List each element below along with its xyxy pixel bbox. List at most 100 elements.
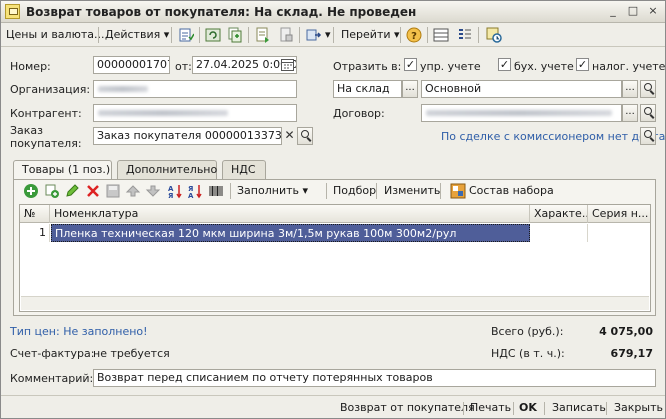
structure-dropdown[interactable]: ▾ (322, 26, 334, 44)
close-window-button[interactable]: × (645, 4, 661, 19)
tab-goods[interactable]: Товары (1 поз.) (13, 160, 112, 181)
contract-select-button[interactable]: ... (622, 104, 638, 122)
warehouse-select-button[interactable]: ... (622, 80, 638, 98)
based-on-icon[interactable] (255, 27, 271, 43)
copy-document-icon[interactable] (227, 27, 243, 43)
characteristic-cell[interactable] (530, 224, 588, 242)
svg-text:?: ? (411, 31, 417, 42)
save-row-icon[interactable] (105, 183, 121, 199)
column-header-nomenclature[interactable]: Номенклатура (50, 205, 530, 223)
tree-view-icon[interactable] (457, 27, 473, 43)
goto-menu-button[interactable]: Перейти ▾ (338, 26, 403, 44)
structure-icon[interactable] (306, 27, 322, 43)
barcode-icon[interactable] (208, 183, 224, 199)
nomenclature-cell[interactable]: Пленка техническая 120 мкм ширина 3м/1,5… (51, 224, 530, 242)
window-title: Возврат товаров от покупателя: На склад.… (26, 5, 417, 19)
row-number-cell: 1 (20, 224, 50, 242)
date-label: от: (175, 60, 192, 73)
grid-toolbar-separator (326, 183, 327, 199)
book-accounting-checkbox[interactable]: ✓ (498, 58, 511, 71)
document-window: Возврат товаров от покупателя: На склад.… (0, 0, 666, 419)
invoice-label: Счет-фактура: (10, 347, 95, 360)
selection-button[interactable]: Подбор (331, 183, 378, 200)
invoice-value-link[interactable]: не требуется (93, 347, 170, 360)
sort-ascending-icon[interactable]: AЯ (167, 183, 183, 199)
toolbar-separator (400, 27, 401, 43)
vat-label: НДС (в т. ч.): (491, 347, 565, 360)
horizontal-scrollbar[interactable] (21, 296, 649, 310)
organization-field[interactable] (93, 80, 297, 98)
toolbar-separator (299, 27, 300, 43)
order-search-icon[interactable] (297, 127, 313, 145)
table-row[interactable]: 1 Пленка техническая 120 мкм ширина 3м/1… (20, 224, 650, 242)
redacted-text (426, 110, 612, 116)
add-row-icon[interactable] (23, 183, 39, 199)
clear-order-icon[interactable]: ✕ (283, 127, 296, 145)
actions-menu-button[interactable]: Действия ▾ (102, 26, 172, 44)
move-up-icon[interactable] (125, 183, 141, 199)
bottom-bar: Возврат от покупателя Печать OK Записать… (1, 395, 665, 419)
fill-menu-label: Заполнить (237, 184, 299, 197)
delete-row-icon[interactable] (85, 183, 101, 199)
edit-row-icon[interactable] (64, 183, 80, 199)
calendar-icon[interactable] (281, 58, 294, 71)
svg-text:A: A (188, 192, 194, 199)
fill-menu-button[interactable]: Заполнить ▾ (235, 183, 310, 200)
warehouse-search-icon[interactable] (640, 80, 656, 98)
refresh-icon[interactable] (205, 27, 221, 43)
contract-field[interactable] (421, 104, 622, 122)
close-button[interactable]: Закрыть (614, 400, 663, 416)
operation-field[interactable]: На склад (333, 80, 402, 98)
prices-currency-button[interactable]: Цены и валюта... (3, 26, 107, 44)
column-header-series[interactable]: Серия н... (588, 205, 650, 223)
goods-table[interactable]: № Номенклатура Характе... Серия н... 1 П… (19, 204, 651, 312)
warehouse-field[interactable]: Основной (421, 80, 622, 98)
maximize-button[interactable]: □ (625, 4, 641, 19)
print-preview-icon[interactable] (278, 27, 294, 43)
total-label: Всего (руб.): (491, 325, 564, 338)
bottom-separator (606, 402, 607, 415)
change-button[interactable]: Изменить (382, 183, 442, 200)
exchange-icon[interactable] (486, 27, 502, 43)
list-view-icon[interactable] (433, 27, 449, 43)
help-icon[interactable]: ? (406, 27, 422, 43)
kit-composition-button[interactable]: Состав набора (467, 183, 556, 200)
series-cell[interactable] (588, 224, 650, 242)
kit-composition-icon[interactable] (450, 183, 466, 199)
number-field[interactable]: 00000001707 (93, 56, 170, 74)
tab-additional[interactable]: Дополнительно (117, 160, 217, 180)
save-button[interactable]: Записать (552, 400, 606, 416)
operation-select-button[interactable]: ... (402, 80, 418, 98)
post-document-icon[interactable] (178, 27, 194, 43)
tax-accounting-checkbox[interactable]: ✓ (576, 58, 589, 71)
customer-order-field[interactable]: Заказ покупателя 00000013373 о (93, 127, 282, 145)
column-header-number[interactable]: № (20, 205, 50, 223)
toolbar-separator (98, 27, 99, 43)
grid-toolbar-separator (230, 183, 231, 199)
number-label: Номер: (10, 60, 51, 73)
move-down-icon[interactable] (145, 183, 161, 199)
comment-field[interactable]: Возврат перед списанием по отчету потеря… (93, 369, 656, 387)
counterparty-field[interactable] (93, 104, 297, 122)
goods-panel: AЯ ЯA Заполнить ▾ Подбор Изменить Состав… (13, 179, 656, 316)
tab-vat[interactable]: НДС (222, 160, 266, 180)
price-type-link[interactable]: Тип цен: Не заполнено! (10, 325, 148, 338)
contract-search-icon[interactable] (640, 104, 656, 122)
column-header-characteristic[interactable]: Характе... (530, 205, 588, 223)
commission-search-icon[interactable] (640, 127, 656, 145)
contract-label: Договор: (333, 107, 385, 120)
print-form-button[interactable]: Возврат от покупателя (340, 400, 475, 416)
toolbar-separator (478, 27, 479, 43)
order-label-line2: покупателя: (10, 137, 82, 150)
vat-value: 679,17 (610, 347, 653, 360)
ok-button[interactable]: OK (519, 400, 537, 416)
print-button[interactable]: Печать (470, 400, 511, 416)
mgmt-accounting-label: упр. учете (420, 60, 481, 73)
copy-row-icon[interactable] (44, 183, 60, 199)
toolbar-separator (427, 27, 428, 43)
sort-descending-icon[interactable]: ЯA (187, 183, 203, 199)
mgmt-accounting-checkbox[interactable]: ✓ (404, 58, 417, 71)
minimize-button[interactable]: _ (605, 4, 621, 19)
bottom-separator (463, 402, 464, 415)
commission-debt-link[interactable]: По сделке с комиссионером нет долга (441, 130, 665, 143)
